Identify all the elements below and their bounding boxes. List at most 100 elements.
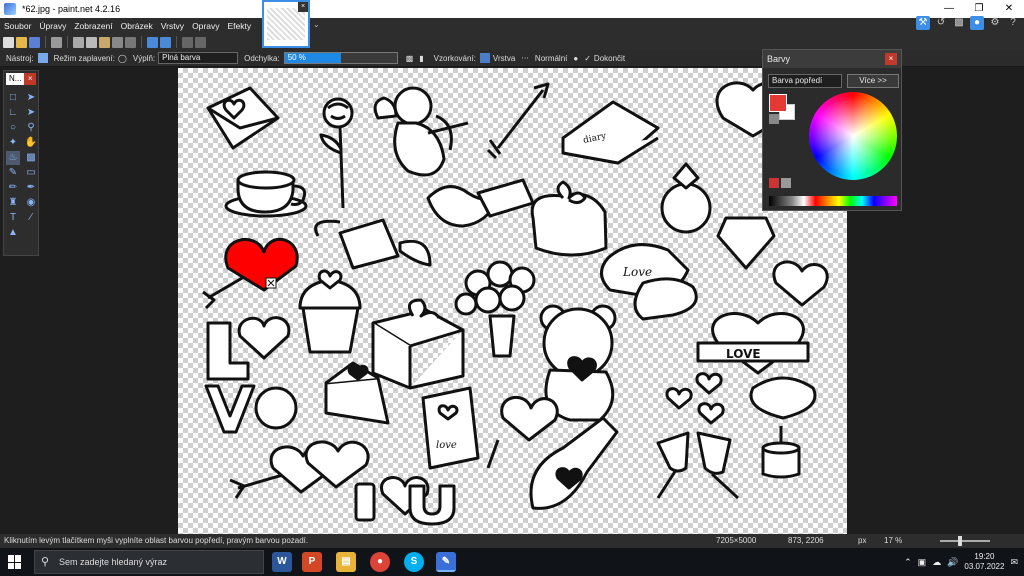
paintnet-taskbar-icon[interactable]: ✎ <box>436 552 456 572</box>
color-wheel[interactable] <box>809 92 897 180</box>
tolerance-value: 50 % <box>287 53 306 62</box>
zoom-slider-knob[interactable] <box>958 536 962 546</box>
ruler-icon[interactable] <box>195 36 206 48</box>
paint-bucket-icon[interactable] <box>37 53 48 63</box>
zoom-icon[interactable]: ⚲ <box>24 121 38 135</box>
file-explorer-icon[interactable]: ▤ <box>336 552 356 572</box>
save-file-icon[interactable] <box>29 36 40 48</box>
powerpoint-app-icon[interactable]: P <box>302 552 322 572</box>
close-image-icon[interactable]: × <box>298 2 308 12</box>
image-canvas[interactable]: diary Love LOVE love <box>178 68 847 534</box>
paintnet-logo-icon <box>4 3 16 15</box>
skype-app-icon[interactable]: S <box>404 552 424 572</box>
love-banner-doodle <box>696 312 810 375</box>
network-icon[interactable]: ☁ <box>932 557 941 568</box>
close-colors-icon[interactable]: × <box>885 53 897 65</box>
swap-colors-icon[interactable] <box>769 178 779 188</box>
image-tab-thumbnail[interactable]: × <box>262 0 310 48</box>
word-app-icon[interactable]: W <box>272 552 292 572</box>
line-curve-icon[interactable]: ∕ <box>24 211 38 225</box>
colors-window-toggle-icon[interactable]: ● <box>970 16 984 30</box>
fill-dropdown[interactable]: Plná barva <box>158 52 239 64</box>
unit-dropdown[interactable]: px <box>858 536 866 545</box>
copy-icon[interactable] <box>86 36 97 48</box>
fill-mode-icon[interactable]: ◯ <box>118 54 127 63</box>
cut-icon[interactable] <box>73 36 84 48</box>
grid-icon[interactable] <box>182 36 193 48</box>
taskbar-clock[interactable]: 19:20 03.07.2022 <box>964 552 1004 572</box>
color-palette[interactable] <box>769 196 897 206</box>
menu-view[interactable]: Zobrazení <box>70 21 116 31</box>
antialiasing-icon[interactable]: ⋅⋅⋅ <box>521 54 529 63</box>
blend-mode-dropdown[interactable]: Normální <box>535 54 567 63</box>
settings-gear-icon[interactable]: ⚙ <box>988 16 1002 30</box>
menu-bar: Soubor Úpravy Zobrazení Obrázek Vrstvy O… <box>0 18 260 34</box>
paste-icon[interactable] <box>99 36 110 48</box>
reset-colors-icon[interactable] <box>769 114 779 124</box>
menu-file[interactable]: Soubor <box>0 21 35 31</box>
gradient-icon[interactable]: ▩ <box>24 151 38 165</box>
menu-image[interactable]: Obrázek <box>117 21 157 31</box>
print-icon[interactable] <box>51 36 62 48</box>
paint-bucket-icon[interactable]: ♨ <box>6 151 20 165</box>
cupid-doodle <box>373 86 469 177</box>
hearts-arrow-doodle <box>229 440 370 499</box>
move-selection-icon[interactable]: ➤ <box>24 106 38 120</box>
text-icon[interactable]: T <box>6 211 20 225</box>
close-tools-icon[interactable]: × <box>24 73 36 85</box>
magic-wand-icon[interactable]: ✦ <box>6 136 20 150</box>
alpha-icon[interactable]: ● <box>573 54 578 63</box>
volume-icon[interactable]: 🔊 <box>947 557 958 568</box>
paintbrush-icon[interactable]: ✎ <box>6 166 20 180</box>
chrome-app-icon[interactable]: ● <box>370 552 390 572</box>
clone-stamp-icon[interactable]: ♜ <box>6 196 20 210</box>
crop-icon[interactable] <box>112 36 123 48</box>
tools-window-toggle-icon[interactable]: ⚒ <box>916 16 930 30</box>
fill-mode-label: Režim zaplavení: <box>53 53 115 63</box>
windows-start-icon[interactable] <box>8 555 22 569</box>
pan-icon[interactable]: ✋ <box>24 136 38 150</box>
deselect-icon[interactable] <box>125 36 136 48</box>
undo-icon[interactable] <box>147 36 158 48</box>
color-mode-dropdown[interactable]: Barva popředí <box>768 74 842 88</box>
pencil-icon[interactable]: ✏ <box>6 181 20 195</box>
eraser-icon[interactable]: ▭ <box>24 166 38 180</box>
rectangle-select-icon[interactable]: □ <box>6 91 20 105</box>
move-selected-icon[interactable]: ➤ <box>24 91 38 105</box>
taskbar-search-input[interactable]: ⚲ Sem zadejte hledaný výraz <box>34 550 264 574</box>
tray-chevron-icon[interactable]: ⌃ <box>904 557 912 568</box>
recolor-icon[interactable]: ◉ <box>24 196 38 210</box>
new-file-icon[interactable] <box>3 36 14 48</box>
finish-button[interactable]: Dokončit <box>594 54 625 63</box>
tolerance-slider[interactable]: 50 % <box>283 52 398 64</box>
menu-effects[interactable]: Efekty <box>223 21 255 31</box>
blend-icon[interactable]: ▮ <box>419 54 423 63</box>
primary-color-swatch[interactable] <box>769 94 787 112</box>
finish-icon[interactable]: ✓ <box>584 54 591 63</box>
help-icon[interactable]: ? <box>1006 16 1020 30</box>
banner-love-text: LOVE <box>726 347 761 361</box>
toolbar-divider <box>141 36 142 48</box>
shapes-icon[interactable]: ▲ <box>6 226 20 240</box>
zoom-level[interactable]: 17 % <box>884 536 902 545</box>
zoom-slider[interactable] <box>940 536 990 546</box>
layers-window-toggle-icon[interactable]: ▩ <box>952 16 966 30</box>
palette-menu-icon[interactable] <box>781 178 791 188</box>
antialias-icon[interactable]: ▩ <box>406 54 414 63</box>
sampling-dropdown[interactable]: Vrstva <box>493 54 515 63</box>
history-window-toggle-icon[interactable]: ↺ <box>934 16 948 30</box>
color-picker-icon[interactable]: ✒ <box>24 181 38 195</box>
more-button[interactable]: Více >> <box>847 74 899 88</box>
menu-layers[interactable]: Vrstvy <box>157 21 188 31</box>
menu-adjustments[interactable]: Opravy <box>188 21 223 31</box>
candy-box-doodle <box>600 243 698 321</box>
lasso-select-icon[interactable]: ∟ <box>6 106 20 120</box>
tray-app-icon[interactable]: ▣ <box>918 557 927 568</box>
redo-icon[interactable] <box>160 36 171 48</box>
rose-doodle <box>319 97 354 209</box>
menu-edit[interactable]: Úpravy <box>35 21 70 31</box>
ellipse-select-icon[interactable]: ○ <box>6 121 20 135</box>
tab-list-chevron-icon[interactable]: ⌄ <box>313 20 320 29</box>
notifications-icon[interactable]: ✉ <box>1010 557 1018 568</box>
open-file-icon[interactable] <box>16 36 27 48</box>
